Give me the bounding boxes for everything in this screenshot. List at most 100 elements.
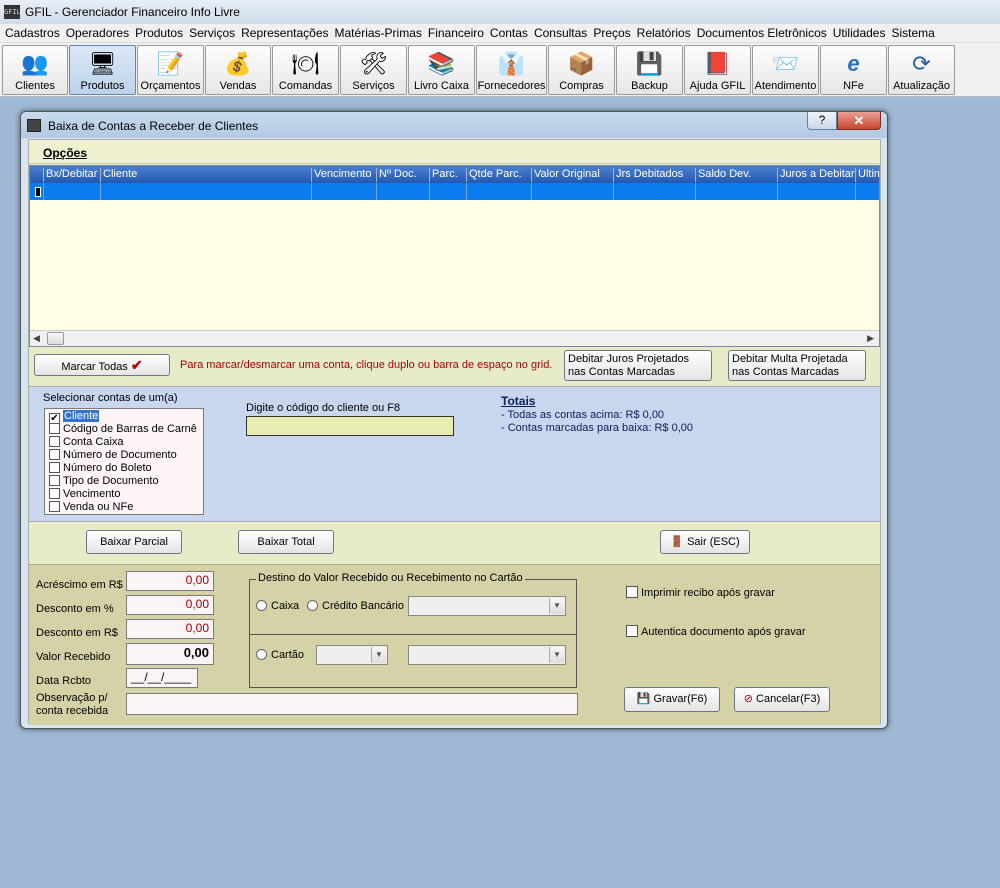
menu-materias-primas[interactable]: Matérias-Primas: [335, 26, 422, 40]
codigo-cliente-input[interactable]: [246, 416, 454, 436]
list-item[interactable]: Vencimento: [49, 488, 120, 501]
col-juros-debitar[interactable]: Juros a Debitar: [777, 168, 855, 182]
col-parc[interactable]: Parc.: [429, 168, 466, 182]
list-item[interactable]: Número de Documento: [49, 449, 177, 462]
radio-icon[interactable]: [256, 600, 267, 611]
chevron-down-icon[interactable]: ▼: [549, 647, 564, 663]
debitar-multa-button[interactable]: Debitar Multa Projetada nas Contas Marca…: [728, 350, 866, 381]
opcoes-menu-label[interactable]: Opções: [43, 146, 87, 160]
gravar-label: Gravar(F6): [653, 693, 708, 705]
toolbar-backup-button[interactable]: 💾 Backup: [616, 45, 683, 95]
list-item[interactable]: Venda ou NFe: [49, 501, 133, 514]
toolbar-vendas-button[interactable]: 💰 Vendas: [205, 45, 271, 95]
col-jrs-debitados[interactable]: Jrs Debitados: [613, 168, 695, 182]
list-item[interactable]: Número do Boleto: [49, 462, 152, 475]
menu-utilidades[interactable]: Utilidades: [833, 26, 886, 40]
col-saldo-dev[interactable]: Saldo Dev.: [695, 168, 777, 182]
dialog-title: Baixa de Contas a Receber de Clientes: [48, 119, 259, 133]
credito-bancario-radio[interactable]: Crédito Bancário: [307, 600, 404, 612]
checkbox-icon[interactable]: [49, 462, 60, 473]
menu-servicos[interactable]: Serviços: [189, 26, 235, 40]
col-num-doc[interactable]: Nº Doc.: [376, 168, 429, 182]
toolbar-orcamentos-button[interactable]: 📝 Orçamentos: [137, 45, 204, 95]
menu-financeiro[interactable]: Financeiro: [428, 26, 484, 40]
debitar-juros-button[interactable]: Debitar Juros Projetados nas Contas Marc…: [564, 350, 712, 381]
menu-relatorios[interactable]: Relatórios: [637, 26, 691, 40]
cartao-tipo-select[interactable]: ▼: [316, 645, 388, 665]
checkbox-icon[interactable]: [49, 436, 60, 447]
checkbox-icon[interactable]: [626, 586, 638, 598]
cartao-bandeira-select[interactable]: ▼: [408, 645, 566, 665]
selecionar-listbox[interactable]: ✔ Cliente Código de Barras de Carnê Conta…: [44, 408, 204, 515]
list-item[interactable]: Tipo de Documento: [49, 475, 159, 488]
toolbar-atualizacao-button[interactable]: ⟳ Atualização: [888, 45, 955, 95]
baixar-parcial-button[interactable]: Baixar Parcial: [86, 530, 182, 554]
cell-divider: [531, 183, 532, 200]
chevron-down-icon[interactable]: ▼: [549, 598, 564, 614]
menu-consultas[interactable]: Consultas: [534, 26, 587, 40]
grid-horizontal-scrollbar[interactable]: ◀ ▶: [30, 330, 879, 346]
table-row[interactable]: [30, 183, 879, 200]
scroll-thumb[interactable]: [47, 332, 64, 345]
list-item[interactable]: Código de Barras de Carnê: [49, 423, 197, 436]
dialog-close-button[interactable]: ✕: [837, 112, 881, 130]
checkbox-icon[interactable]: [49, 475, 60, 486]
toolbar-compras-button[interactable]: 📦 Compras: [548, 45, 615, 95]
col-qtde-parc[interactable]: Qtde Parc.: [466, 168, 531, 182]
checkbox-icon[interactable]: [49, 488, 60, 499]
list-item[interactable]: ✔ Cliente: [49, 410, 100, 424]
col-ultimo[interactable]: Últim: [855, 168, 879, 182]
acrescimo-input[interactable]: 0,00: [126, 571, 214, 591]
list-item[interactable]: Conta Caixa: [49, 436, 124, 449]
observacao-input[interactable]: [126, 693, 578, 715]
menu-sistema[interactable]: Sistema: [891, 26, 934, 40]
desconto-pct-input[interactable]: 0,00: [126, 595, 214, 615]
toolbar-atendimento-button[interactable]: 📨 Atendimento: [752, 45, 819, 95]
checkbox-icon[interactable]: [626, 625, 638, 637]
col-cliente[interactable]: Cliente: [100, 168, 311, 182]
checkbox-icon[interactable]: [49, 423, 60, 434]
autentica-documento-checkbox[interactable]: Autentica documento após gravar: [626, 625, 806, 638]
menu-precos[interactable]: Preços: [593, 26, 630, 40]
checkbox-icon[interactable]: [49, 449, 60, 460]
toolbar-produtos-button[interactable]: 🖥 Produtos: [69, 45, 136, 95]
baixar-total-button[interactable]: Baixar Total: [238, 530, 334, 554]
dialog-help-button[interactable]: ?: [807, 112, 837, 130]
radio-icon[interactable]: [256, 649, 267, 660]
list-item-label: Cliente: [63, 410, 100, 422]
caixa-radio[interactable]: Caixa: [256, 600, 299, 612]
toolbar-nfe-button[interactable]: e NFe: [820, 45, 887, 95]
menu-contas[interactable]: Contas: [490, 26, 528, 40]
data-rcbto-input[interactable]: __/__/____: [126, 668, 198, 688]
toolbar-clientes-button[interactable]: 👥 Clientes: [2, 45, 68, 95]
imprimir-recibo-checkbox[interactable]: Imprimir recibo após gravar: [626, 586, 775, 599]
sair-button[interactable]: 🚪 Sair (ESC): [660, 530, 750, 554]
col-vencimento[interactable]: Vencimento: [311, 168, 376, 182]
toolbar-comandas-button[interactable]: 🍽 Comandas: [272, 45, 339, 95]
cartao-radio[interactable]: Cartão: [256, 649, 304, 661]
cancelar-button[interactable]: ⊘ Cancelar(F3): [734, 687, 830, 712]
valor-recebido-input[interactable]: 0,00: [126, 643, 214, 665]
menu-representacoes[interactable]: Representações: [241, 26, 328, 40]
marcar-todas-button[interactable]: Marcar Todas ✔: [34, 354, 170, 376]
scroll-left-icon[interactable]: ◀: [33, 333, 40, 344]
radio-icon[interactable]: [307, 600, 318, 611]
menu-documentos-eletronicos[interactable]: Documentos Eletrônicos: [697, 26, 827, 40]
menu-produtos[interactable]: Produtos: [135, 26, 183, 40]
col-bx-debitar[interactable]: Bx/Debitar: [43, 168, 100, 182]
toolbar-fornecedores-button[interactable]: 👔 Fornecedores: [476, 45, 547, 95]
chevron-down-icon[interactable]: ▼: [371, 647, 386, 663]
desconto-rs-input[interactable]: 0,00: [126, 619, 214, 639]
conta-bancaria-select[interactable]: ▼: [408, 596, 566, 616]
scroll-right-icon[interactable]: ▶: [867, 333, 874, 344]
toolbar-livro-caixa-button[interactable]: 📚 Livro Caixa: [408, 45, 475, 95]
autentica-documento-label: Autentica documento após gravar: [641, 626, 806, 638]
col-valor-original[interactable]: Valor Original: [531, 168, 613, 182]
gravar-button[interactable]: 💾 Gravar(F6): [624, 687, 720, 712]
contas-grid[interactable]: Bx/Debitar Cliente Vencimento Nº Doc. Pa…: [29, 165, 880, 347]
menu-cadastros[interactable]: Cadastros: [5, 26, 60, 40]
toolbar-ajuda-button[interactable]: 📕 Ajuda GFIL: [684, 45, 751, 95]
toolbar-servicos-button[interactable]: 🛠 Serviços: [340, 45, 407, 95]
menu-operadores[interactable]: Operadores: [66, 26, 129, 40]
checkbox-icon[interactable]: [49, 501, 60, 512]
